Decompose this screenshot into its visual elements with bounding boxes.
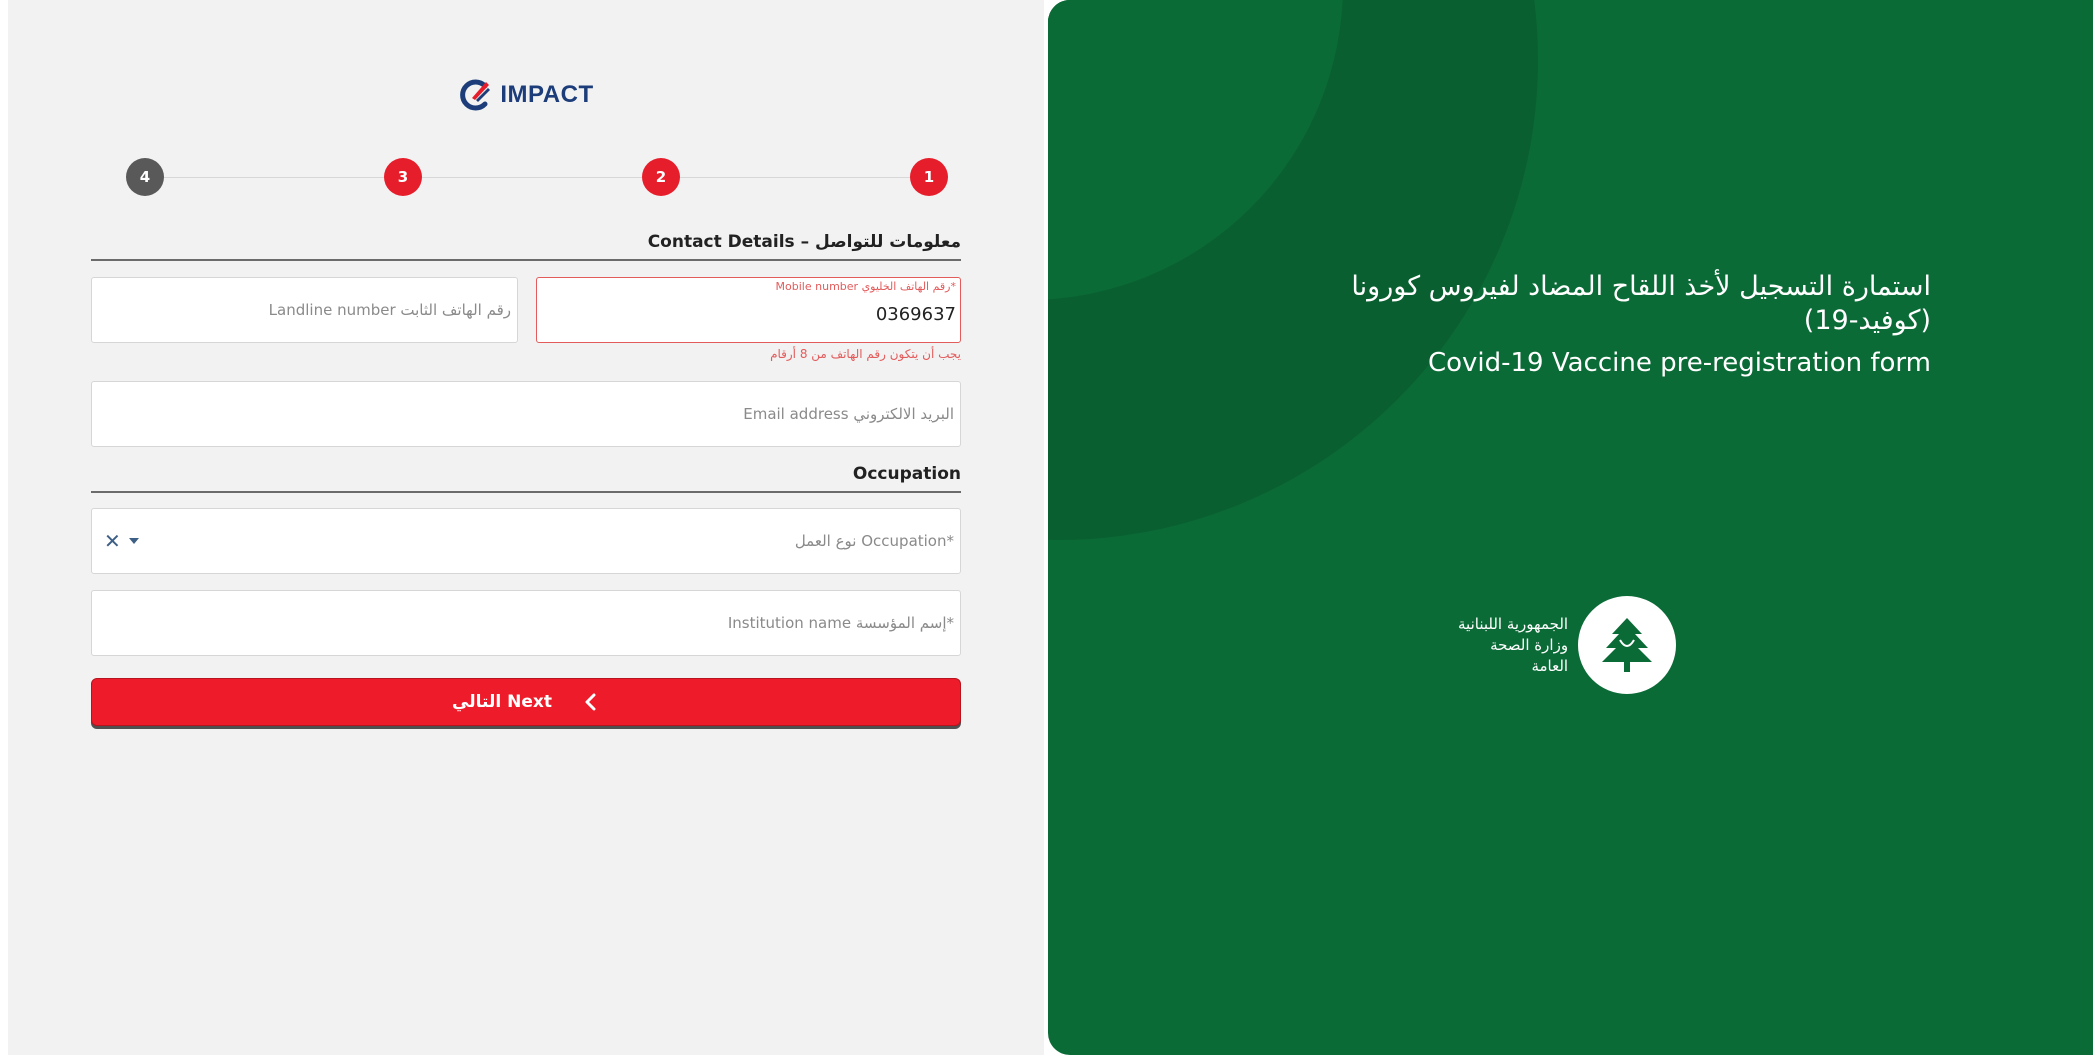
cedar-emblem [1578,596,1677,694]
occupation-placeholder: نوع العمل Occupation* [794,532,954,550]
hero-panel: استمارة التسجيل لأخذ اللقاح المضاد لفيرو… [1048,0,2093,1055]
ministry-line-2: وزارة الصحة [1490,635,1569,654]
clear-icon[interactable]: ✕ [104,529,121,553]
hero-title-english: Covid-19 Vaccine pre-registration form [1427,348,1931,378]
cedar-icon [1602,618,1653,672]
contact-section-title: Contact Details – معلومات للتواصل [91,232,961,261]
step-3[interactable]: 3 [384,158,422,196]
caret-down-icon[interactable] [128,538,139,544]
email-placeholder: Email address البريد الالكتروني [743,405,954,423]
ministry-line-3: العامة [1531,656,1569,675]
next-button[interactable]: التالي Next [91,678,961,726]
impact-logo: IMPACT [8,78,1044,112]
step-connector [164,177,384,178]
chevron-left-icon [585,693,596,711]
email-field[interactable]: Email address البريد الالكتروني [91,381,961,447]
form-panel: IMPACT 4 3 2 1 Contact Details – معلومات… [8,0,1044,1055]
ministry-logo-block: الجمهورية اللبنانية وزارة الصحة العامة [1458,596,1677,694]
occupation-section-title: Occupation [91,464,961,493]
landline-placeholder: Landline number رقم الهاتف الثابت [268,301,511,319]
step-connector [680,177,910,178]
logo-text: IMPACT [500,81,594,108]
impact-logo-icon [460,79,491,111]
step-connector [422,177,642,178]
mobile-error-message: يجب أن يتكون رقم الهاتف من 8 أرقام [770,347,961,361]
institution-placeholder: Institution name إسم المؤسسة* [727,614,954,632]
ministry-line-1: الجمهورية اللبنانية [1458,614,1569,633]
mobile-field[interactable]: Mobile number رقم الهاتف الخليوي* 036963… [536,277,961,343]
step-2[interactable]: 2 [642,158,680,196]
mobile-label: Mobile number رقم الهاتف الخليوي* [775,280,956,293]
hero-title-arabic: استمارة التسجيل لأخذ اللقاح المضاد لفيرو… [1351,271,1931,336]
ministry-name: الجمهورية اللبنانية وزارة الصحة العامة [1458,614,1568,677]
mobile-value: 0369637 [875,304,956,325]
select-controls: ✕ [104,529,139,553]
landline-field[interactable]: Landline number رقم الهاتف الثابت [91,277,518,343]
next-button-label: التالي Next [452,692,552,712]
progress-stepper: 4 3 2 1 [126,158,948,198]
step-1[interactable]: 1 [910,158,948,196]
institution-field[interactable]: Institution name إسم المؤسسة* [91,590,961,656]
step-4[interactable]: 4 [126,158,164,196]
occupation-select[interactable]: نوع العمل Occupation* ✕ [91,508,961,574]
